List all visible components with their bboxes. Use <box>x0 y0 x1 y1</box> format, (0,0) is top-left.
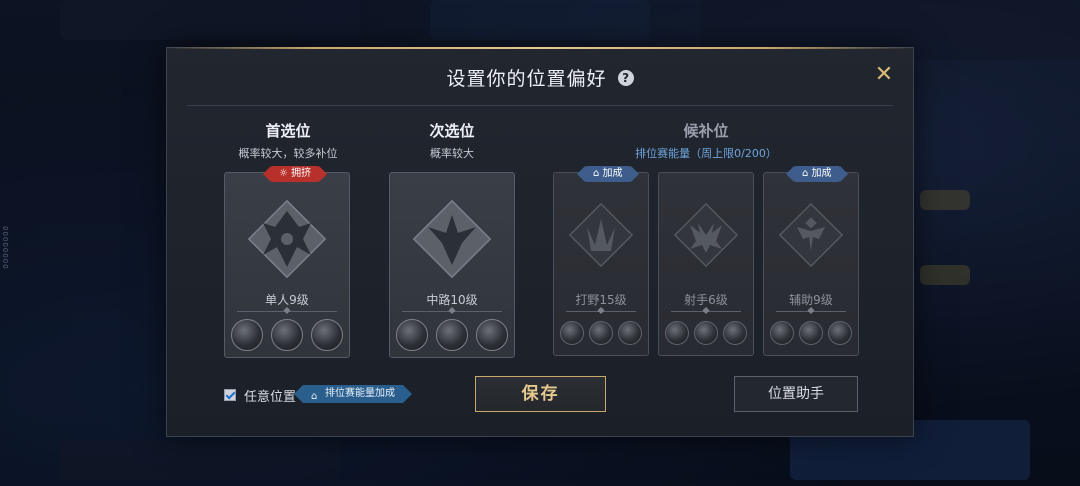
hero-avatar[interactable] <box>618 321 642 345</box>
hero-avatar[interactable] <box>589 321 613 345</box>
jungle-position-card[interactable]: 打野15级 <box>553 172 649 356</box>
jungle-card-label: 打野15级 <box>575 293 627 307</box>
bonus-icon: ⌂ <box>593 168 600 179</box>
solo-lane-icon <box>247 199 327 279</box>
backup-title: 候补位 <box>683 122 729 140</box>
primary-title: 首选位 <box>265 122 311 140</box>
dialog-title: 设置你的位置偏好 <box>446 68 607 90</box>
save-button[interactable]: 保存 <box>475 376 606 412</box>
hero-avatar[interactable] <box>770 321 794 345</box>
primary-subtitle: 概率较大，较多补位 <box>238 147 338 160</box>
hero-avatar[interactable] <box>271 319 303 351</box>
crowded-badge: ☼ 拥挤 <box>262 166 328 182</box>
energy-icon: ⌂ <box>311 391 318 402</box>
marksman-icon <box>673 202 739 268</box>
primary-position-card[interactable]: 单人9级 <box>224 172 350 358</box>
card-separator <box>566 311 636 312</box>
primary-card-label: 单人9级 <box>265 293 309 307</box>
card-separator <box>671 311 741 312</box>
title-divider <box>187 105 893 106</box>
hero-avatar[interactable] <box>665 321 689 345</box>
position-assistant-button[interactable]: 位置助手 <box>734 376 858 412</box>
support-position-card[interactable]: 辅助9级 <box>763 172 859 356</box>
secondary-title: 次选位 <box>429 122 475 140</box>
card-separator <box>402 311 502 312</box>
hero-avatar[interactable] <box>828 321 852 345</box>
marksman-card-label: 射手6级 <box>684 293 728 307</box>
position-preference-dialog: 设置你的位置偏好 ? ✕ 首选位 概率较大，较多补位 单人9级 ☼ 拥挤 次选位… <box>166 47 914 437</box>
support-icon <box>778 202 844 268</box>
hero-avatar[interactable] <box>723 321 747 345</box>
backup-subtitle: 排位赛能量（周上限0/200） <box>635 147 777 160</box>
support-card-label: 辅助9级 <box>789 293 833 307</box>
any-position-checkbox[interactable] <box>224 389 236 401</box>
hero-avatar[interactable] <box>476 319 508 351</box>
any-position-label[interactable]: 任意位置 <box>244 386 296 405</box>
hero-avatar[interactable] <box>560 321 584 345</box>
secondary-subtitle: 概率较大 <box>430 147 474 160</box>
bonus-icon: ⌂ <box>802 168 809 179</box>
crowded-icon: ☼ <box>279 168 288 179</box>
hero-avatar[interactable] <box>396 319 428 351</box>
secondary-position-card[interactable]: 中路10级 <box>389 172 515 358</box>
jungle-icon <box>568 202 634 268</box>
side-code: 00000000 <box>2 225 10 269</box>
hero-avatar[interactable] <box>799 321 823 345</box>
bonus-badge: ⌂ 加成 <box>786 166 848 182</box>
marksman-position-card[interactable]: 射手6级 <box>658 172 754 356</box>
hero-avatar[interactable] <box>311 319 343 351</box>
energy-bonus-badge: ⌂ 排位赛能量加成 <box>294 385 412 403</box>
hero-avatar[interactable] <box>436 319 468 351</box>
close-icon[interactable]: ✕ <box>873 64 895 86</box>
mid-lane-icon <box>412 199 492 279</box>
card-separator <box>237 311 337 312</box>
card-separator <box>776 311 846 312</box>
bonus-badge-label: 加成 <box>602 168 623 179</box>
help-icon[interactable]: ? <box>617 69 634 86</box>
hero-avatar[interactable] <box>694 321 718 345</box>
energy-bonus-label: 排位赛能量加成 <box>325 388 395 399</box>
hero-avatar[interactable] <box>231 319 263 351</box>
bonus-badge: ⌂ 加成 <box>577 166 639 182</box>
secondary-card-label: 中路10级 <box>426 293 478 307</box>
bonus-badge-label: 加成 <box>811 168 832 179</box>
crowded-badge-label: 拥挤 <box>291 168 312 179</box>
